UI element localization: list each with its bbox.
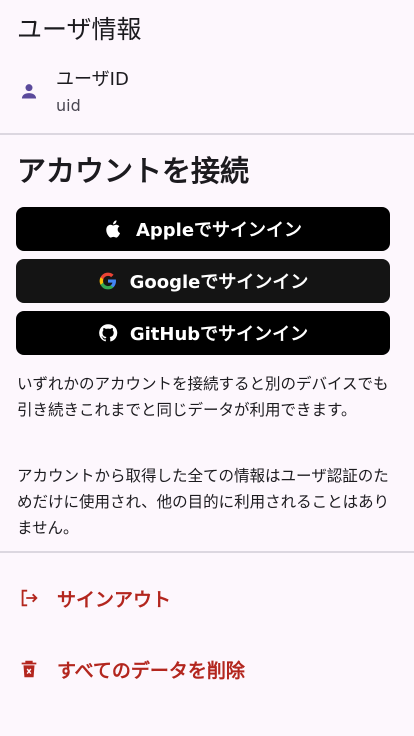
github-icon [98,323,118,343]
trash-icon [18,658,40,680]
logout-icon [18,587,40,609]
connect-account-title: アカウントを接続 [17,154,250,188]
user-info-title: ユーザ情報 [17,15,142,44]
apple-icon [104,219,124,239]
google-signin-button[interactable]: Googleでサインイン [16,259,390,303]
apple-signin-button[interactable]: Appleでサインイン [16,207,390,251]
connect-note-2: アカウントから取得した全ての情報はユーザ認証のためだけに使用され、他の目的に利用… [17,467,390,537]
connect-note-1: いずれかのアカウントを接続すると別のデバイスでも引き続きこれまでと同じデータが利… [17,375,389,419]
person-icon [19,81,39,101]
divider [0,133,414,135]
github-signin-label: GitHubでサインイン [129,324,309,345]
google-icon [98,271,118,291]
divider [0,551,414,553]
delete-all-data-button[interactable]: すべてのデータを削除 [0,644,414,694]
user-id-value: uid [56,96,81,115]
signout-button[interactable]: サインアウト [0,573,414,623]
github-signin-button[interactable]: GitHubでサインイン [16,311,390,355]
settings-page: ユーザ情報 ユーザID uid アカウントを接続 Appleでサインイン Goo… [0,0,414,736]
user-id-label: ユーザID [56,69,129,90]
apple-signin-label: Appleでサインイン [135,220,303,241]
user-id-row: ユーザID uid [0,64,414,122]
signout-label: サインアウト [57,588,172,611]
delete-all-data-label: すべてのデータを削除 [57,659,245,682]
google-signin-label: Googleでサインイン [129,272,309,293]
